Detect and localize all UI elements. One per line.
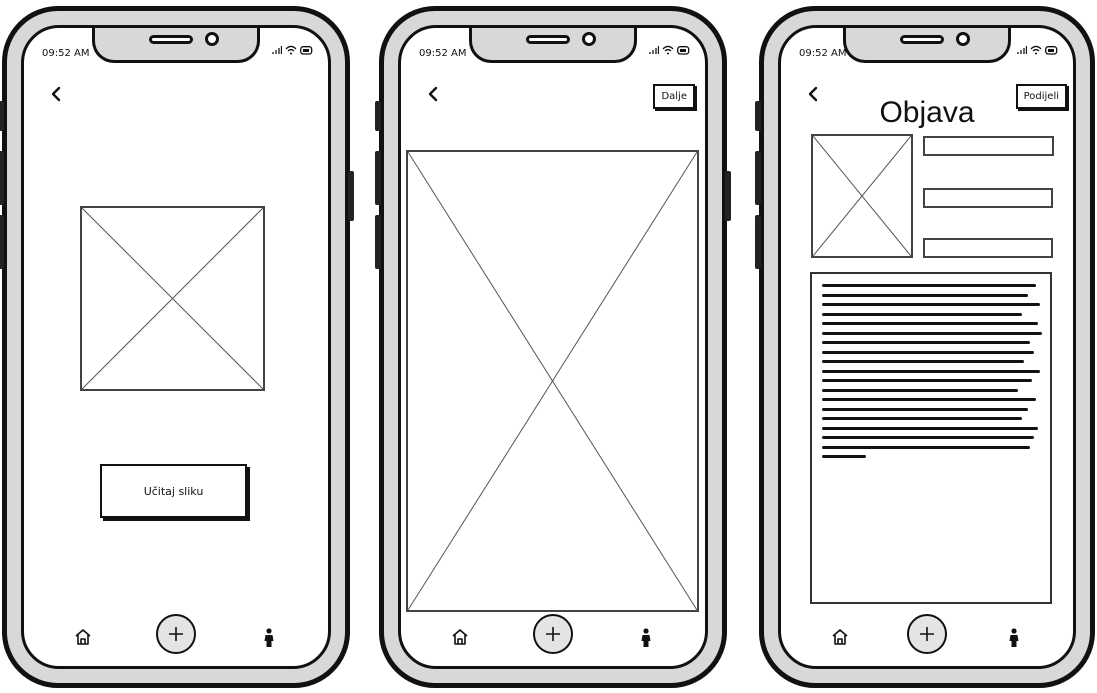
volume-down-button bbox=[0, 215, 4, 269]
post-field-1[interactable] bbox=[923, 136, 1054, 156]
nav-profile[interactable] bbox=[641, 628, 651, 648]
speaker bbox=[900, 35, 944, 44]
mute-switch bbox=[0, 101, 4, 131]
chevron-left-icon bbox=[51, 86, 61, 102]
profile-icon bbox=[264, 628, 274, 647]
battery-icon bbox=[677, 45, 690, 55]
image-preview bbox=[406, 150, 699, 612]
camera bbox=[582, 32, 596, 46]
camera bbox=[205, 32, 219, 46]
screen: 09:52 AM Učitaj sliku bbox=[21, 25, 331, 669]
page-title: Objava bbox=[879, 96, 975, 129]
notch bbox=[92, 28, 260, 63]
placeholder-text-scribble bbox=[822, 284, 1042, 465]
status-time: 09:52 AM bbox=[419, 48, 467, 59]
bottom-nav bbox=[24, 596, 328, 666]
battery-icon bbox=[1045, 45, 1058, 55]
profile-icon bbox=[641, 628, 651, 647]
phone-preview-screen: 09:52 AM Dalje bbox=[375, 6, 731, 688]
nav-add-button[interactable] bbox=[533, 614, 573, 654]
post-image-thumbnail bbox=[811, 134, 913, 258]
back-button[interactable] bbox=[427, 86, 439, 102]
nav-profile[interactable] bbox=[264, 628, 274, 648]
status-time: 09:52 AM bbox=[799, 48, 847, 59]
bottom-nav bbox=[781, 596, 1073, 666]
post-description-textarea[interactable] bbox=[810, 272, 1052, 604]
mute-switch bbox=[375, 101, 381, 131]
image-placeholder-icon bbox=[813, 136, 911, 256]
add-icon bbox=[920, 627, 934, 641]
nav-profile[interactable] bbox=[1009, 628, 1019, 648]
add-icon bbox=[546, 627, 560, 641]
power-button bbox=[348, 171, 354, 221]
home-icon bbox=[452, 629, 468, 645]
image-placeholder-icon bbox=[408, 152, 697, 610]
post-field-2[interactable] bbox=[923, 188, 1053, 208]
notch bbox=[469, 28, 637, 63]
add-icon bbox=[169, 627, 183, 641]
volume-up-button bbox=[375, 151, 381, 205]
nav-home[interactable] bbox=[831, 628, 849, 646]
volume-down-button bbox=[375, 215, 381, 269]
signal-icon bbox=[1017, 46, 1027, 54]
home-icon bbox=[75, 629, 91, 645]
nav-add-button[interactable] bbox=[907, 614, 947, 654]
status-icons bbox=[649, 45, 691, 55]
back-button[interactable] bbox=[50, 86, 62, 102]
screen: 09:52 AM Dalje bbox=[398, 25, 708, 669]
wifi-icon bbox=[662, 45, 674, 55]
volume-down-button bbox=[755, 215, 761, 269]
power-button bbox=[725, 171, 731, 221]
screen: 09:52 AM Podijeli Objava bbox=[778, 25, 1076, 669]
chevron-left-icon bbox=[428, 86, 438, 102]
phone-upload-screen: 09:52 AM Učitaj sliku bbox=[0, 6, 354, 688]
image-placeholder-icon bbox=[82, 208, 263, 389]
volume-up-button bbox=[0, 151, 4, 205]
status-time: 09:52 AM bbox=[42, 48, 90, 59]
wifi-icon bbox=[285, 45, 297, 55]
battery-icon bbox=[300, 45, 313, 55]
volume-up-button bbox=[755, 151, 761, 205]
speaker bbox=[149, 35, 193, 44]
status-icons bbox=[272, 45, 314, 55]
next-button[interactable]: Dalje bbox=[653, 84, 695, 109]
image-placeholder bbox=[80, 206, 265, 391]
signal-icon bbox=[649, 46, 659, 54]
mute-switch bbox=[755, 101, 761, 131]
nav-home[interactable] bbox=[74, 628, 92, 646]
post-field-3[interactable] bbox=[923, 238, 1053, 258]
profile-icon bbox=[1009, 628, 1019, 647]
upload-image-button[interactable]: Učitaj sliku bbox=[100, 464, 247, 518]
notch bbox=[843, 28, 1011, 63]
home-icon bbox=[832, 629, 848, 645]
bottom-nav bbox=[401, 596, 705, 666]
nav-home[interactable] bbox=[451, 628, 469, 646]
camera bbox=[956, 32, 970, 46]
signal-icon bbox=[272, 46, 282, 54]
wifi-icon bbox=[1030, 45, 1042, 55]
phone-post-screen: 09:52 AM Podijeli Objava bbox=[755, 6, 1095, 688]
nav-add-button[interactable] bbox=[156, 614, 196, 654]
status-icons bbox=[1017, 45, 1059, 55]
speaker bbox=[526, 35, 570, 44]
